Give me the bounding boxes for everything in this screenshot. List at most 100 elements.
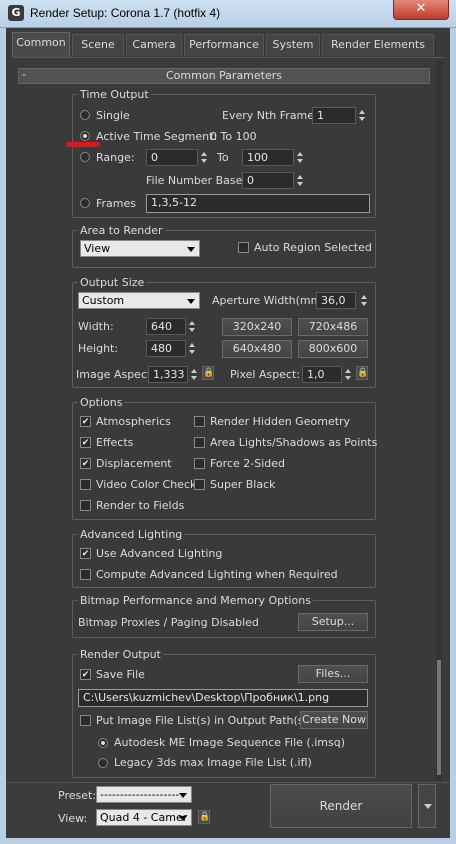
image-aspect-field[interactable]: 1,333 — [148, 366, 188, 383]
autodesk-imsq-radio[interactable] — [98, 738, 108, 748]
displacement-label: Displacement — [96, 457, 172, 470]
force-2-sided-checkbox[interactable] — [194, 458, 205, 469]
every-nth-label: Every Nth Frame: — [222, 109, 318, 122]
file-number-base-field[interactable]: 0 — [242, 172, 294, 189]
legacy-ifl-radio[interactable] — [98, 758, 108, 768]
render-hidden-geometry-checkbox[interactable] — [194, 416, 205, 427]
range-radio[interactable] — [80, 152, 90, 162]
range-to-field[interactable]: 100 — [242, 149, 294, 166]
every-nth-field[interactable]: 1 — [312, 107, 356, 124]
lock-icon[interactable]: 🔒 — [356, 366, 368, 380]
range-from-spinner[interactable] — [200, 150, 208, 165]
preset-720x486-button[interactable]: 720x486 — [298, 318, 368, 336]
area-lights-label: Area Lights/Shadows as Points — [210, 436, 378, 449]
atmospherics-checkbox[interactable]: ✔ — [80, 416, 91, 427]
render-hidden-geometry-label: Render Hidden Geometry — [210, 415, 351, 428]
output-path-field[interactable]: C:\Users\kuzmichev\Desktop\Пробник\1.png — [78, 689, 368, 707]
render-output-label: Render Output — [78, 648, 163, 661]
aperture-field[interactable]: 36,0 — [316, 292, 356, 309]
tab-divider — [12, 57, 444, 58]
effects-label: Effects — [96, 436, 134, 449]
preset-label: Preset: — [58, 789, 97, 802]
view-label: View: — [58, 812, 88, 825]
preset-800x600-button[interactable]: 800x600 — [298, 340, 368, 358]
render-button[interactable]: Render — [270, 784, 412, 828]
auto-region-checkbox[interactable] — [238, 242, 249, 253]
area-to-render-label: Area to Render — [78, 224, 165, 237]
preset-dropdown[interactable]: -------------------- — [96, 786, 192, 803]
frames-field[interactable]: 1,3,5-12 — [146, 194, 370, 213]
preset-320x240-button[interactable]: 320x240 — [222, 318, 292, 336]
range-to-spinner[interactable] — [296, 150, 304, 165]
rollout-header[interactable]: Common Parameters — [18, 68, 430, 84]
output-size-preset-dropdown[interactable]: Custom — [78, 292, 200, 309]
chevron-down-icon — [179, 793, 187, 798]
output-size-label: Output Size — [78, 276, 147, 289]
height-spinner[interactable] — [188, 341, 196, 356]
close-button[interactable]: ✕ — [393, 0, 449, 20]
tab-common[interactable]: Common — [12, 32, 70, 58]
range-from-field[interactable]: 0 — [146, 149, 198, 166]
width-spinner[interactable] — [188, 319, 196, 334]
single-radio[interactable] — [80, 110, 90, 120]
view-value: Quad 4 - Camer — [100, 811, 188, 824]
chevron-down-icon — [179, 816, 187, 821]
range-label: Range: — [96, 151, 135, 164]
files-button[interactable]: Files... — [298, 665, 368, 683]
video-color-check-checkbox[interactable] — [80, 479, 91, 490]
tab-scene[interactable]: Scene — [72, 34, 124, 56]
range-to-label: To — [217, 151, 229, 164]
bitmap-label: Bitmap Performance and Memory Options — [78, 594, 313, 607]
height-field[interactable]: 480 — [146, 340, 186, 357]
create-now-button[interactable]: Create Now — [300, 711, 368, 729]
preset-value: -------------------- — [100, 788, 180, 801]
chevron-down-icon — [187, 247, 195, 252]
save-file-checkbox[interactable]: ✔ — [80, 669, 91, 680]
output-size-preset-value: Custom — [82, 294, 125, 307]
render-to-fields-checkbox[interactable] — [80, 500, 91, 511]
tab-camera[interactable]: Camera — [126, 34, 182, 56]
tab-system[interactable]: System — [266, 34, 320, 56]
render-to-fields-label: Render to Fields — [96, 499, 185, 512]
window-frame-right — [450, 28, 456, 844]
active-segment-label: Active Time Segment: — [96, 130, 218, 143]
width-field[interactable]: 640 — [146, 318, 186, 335]
app-icon: G — [8, 5, 24, 21]
use-advanced-lighting-checkbox[interactable]: ✔ — [80, 548, 91, 559]
view-dropdown[interactable]: Quad 4 - Camer — [96, 809, 192, 826]
lock-icon[interactable]: 🔒 — [198, 810, 210, 824]
active-segment-radio[interactable] — [80, 131, 90, 141]
lock-icon[interactable]: 🔒 — [202, 366, 214, 380]
pixel-aspect-label: Pixel Aspect: — [230, 368, 301, 381]
single-label: Single — [96, 109, 130, 122]
active-segment-range: 0 To 100 — [210, 130, 257, 143]
scrollbar-thumb[interactable] — [437, 660, 441, 775]
frames-radio[interactable] — [80, 198, 90, 208]
width-label: Width: — [78, 320, 114, 333]
tab-render-elements[interactable]: Render Elements — [322, 34, 434, 56]
preset-640x480-button[interactable]: 640x480 — [222, 340, 292, 358]
image-aspect-spinner[interactable] — [190, 367, 198, 382]
rollout-collapse-icon[interactable]: - — [22, 68, 26, 82]
bitmap-setup-button[interactable]: Setup... — [298, 613, 368, 631]
area-lights-checkbox[interactable] — [194, 437, 205, 448]
tab-performance[interactable]: Performance — [184, 34, 264, 56]
file-number-base-spinner[interactable] — [296, 173, 304, 188]
area-to-render-dropdown[interactable]: View — [80, 240, 200, 257]
auto-region-label: Auto Region Selected — [254, 241, 372, 254]
compute-advanced-lighting-checkbox[interactable] — [80, 569, 91, 580]
put-image-list-checkbox[interactable] — [80, 715, 91, 726]
atmospherics-label: Atmospherics — [96, 415, 171, 428]
pixel-aspect-field[interactable]: 1,0 — [302, 366, 342, 383]
autodesk-imsq-label: Autodesk ME Image Sequence File (.imsq) — [114, 736, 345, 749]
pixel-aspect-spinner[interactable] — [344, 367, 352, 382]
file-number-base-label: File Number Base: — [146, 174, 247, 187]
aperture-spinner[interactable] — [360, 293, 368, 308]
super-black-checkbox[interactable] — [194, 479, 205, 490]
every-nth-spinner[interactable] — [358, 108, 366, 123]
effects-checkbox[interactable]: ✔ — [80, 437, 91, 448]
render-options-dropdown[interactable] — [418, 784, 436, 828]
displacement-checkbox[interactable]: ✔ — [80, 458, 91, 469]
aperture-label: Aperture Width(mm): — [212, 294, 330, 307]
force-2-sided-label: Force 2-Sided — [210, 457, 285, 470]
